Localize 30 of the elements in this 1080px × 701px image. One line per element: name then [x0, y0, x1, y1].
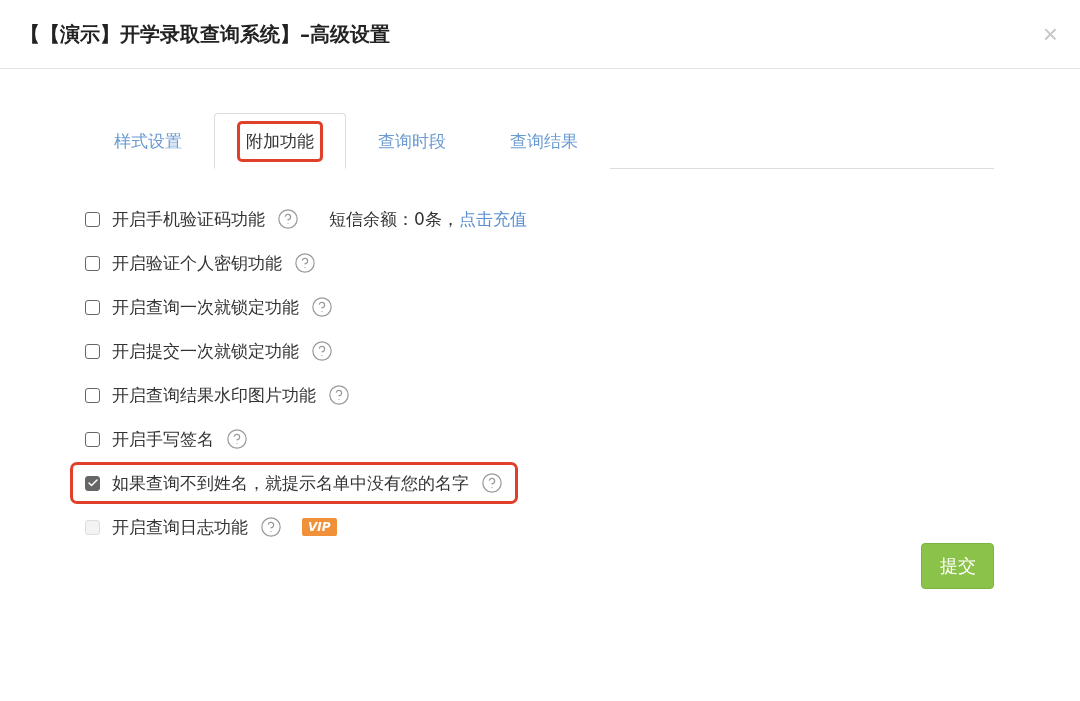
- sms-balance-text: 短信余额：0条，: [329, 207, 459, 231]
- close-button[interactable]: ×: [1042, 18, 1058, 50]
- checkbox[interactable]: [85, 255, 100, 271]
- submit-button[interactable]: 提交: [921, 543, 994, 589]
- option-label: 开启提交一次就锁定功能: [112, 339, 299, 363]
- checkbox[interactable]: [85, 387, 100, 403]
- checkbox[interactable]: [85, 211, 100, 227]
- help-icon[interactable]: [277, 208, 299, 230]
- option-label: 如果查询不到姓名，就提示名单中没有您的名字: [112, 471, 469, 495]
- help-icon[interactable]: [311, 340, 333, 362]
- option-label: 开启查询结果水印图片功能: [112, 383, 316, 407]
- help-icon[interactable]: [226, 428, 248, 450]
- option-label: 开启验证个人密钥功能: [112, 251, 282, 275]
- vip-badge: VIP: [302, 518, 337, 536]
- highlight-frame: 附加功能: [237, 120, 323, 162]
- window-title: 【【演示】开学录取查询系统】–高级设置: [20, 20, 390, 48]
- option-label: 开启手写签名: [112, 427, 214, 451]
- checkbox[interactable]: [85, 343, 100, 359]
- option-label: 开启查询日志功能: [112, 515, 248, 539]
- help-icon[interactable]: [481, 472, 503, 494]
- help-icon[interactable]: [294, 252, 316, 274]
- help-icon[interactable]: [311, 296, 333, 318]
- recharge-link[interactable]: 点击充值: [458, 207, 527, 231]
- checkbox[interactable]: [85, 475, 100, 491]
- option-label: 开启查询一次就锁定功能: [112, 295, 299, 319]
- checkbox[interactable]: [85, 431, 100, 447]
- tab[interactable]: 附加功能: [214, 113, 346, 169]
- option-label: 开启手机验证码功能: [112, 207, 265, 231]
- checkbox[interactable]: [85, 299, 100, 315]
- help-icon[interactable]: [328, 384, 350, 406]
